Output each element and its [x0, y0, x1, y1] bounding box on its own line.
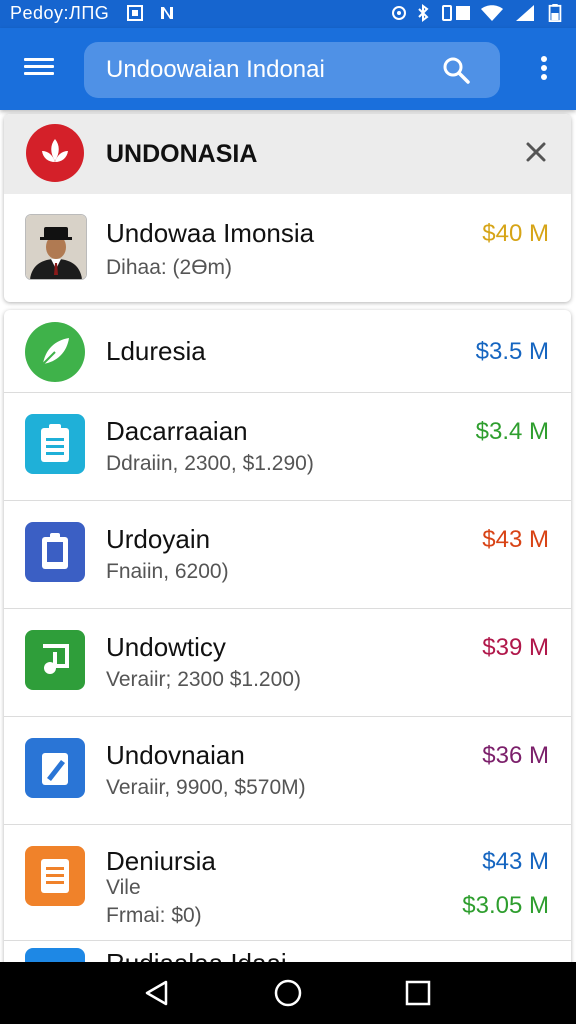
item-name: Undowticy: [106, 632, 226, 662]
item-name: Urdoyain: [106, 524, 211, 554]
edit-icon: [25, 738, 85, 798]
more-options-button[interactable]: [536, 56, 552, 86]
recents-icon[interactable]: [403, 978, 433, 1008]
featured-header: UNDONASIA: [4, 114, 571, 194]
battery-icon: [548, 4, 562, 22]
item-price-2: $3.05 M: [462, 892, 549, 919]
featured-card[interactable]: UNDONASIA Undowaa Imonsia Dihaa: (2Өm) $…: [4, 114, 571, 302]
wifi-icon: [481, 5, 503, 21]
search-icon[interactable]: [442, 56, 470, 84]
leaf-icon: [25, 322, 85, 382]
image-notification-icon: [127, 5, 143, 21]
navigation-bar: [0, 962, 576, 1024]
item-subtitle: Vile: [106, 876, 141, 899]
item-price: $36 M: [482, 742, 549, 769]
item-name: Deniursia: [106, 846, 216, 876]
featured-subtitle: Dihaa: (2Өm): [106, 256, 233, 279]
item-price: $39 M: [482, 634, 549, 661]
list-item[interactable]: Dacarraaian Ddraiin, 2300, $1.290) $3.4 …: [4, 392, 571, 501]
app-bar: Undoowaian Indonai: [0, 28, 576, 110]
avatar: [25, 214, 87, 280]
music-icon: [25, 630, 85, 690]
clipboard-icon: [25, 414, 85, 474]
item-price: $43 M: [482, 848, 549, 875]
results-list: Lduresia $3.5 M Dacarraaian Ddraiin, 230…: [4, 310, 571, 970]
item-name: Undovnaian: [106, 740, 245, 770]
featured-name: Undowaa Imonsia: [106, 218, 315, 248]
list-item[interactable]: Lduresia $3.5 M: [4, 310, 571, 393]
status-bar: Pedoy:ЛПG: [0, 0, 576, 28]
nfc-notification-icon: [161, 7, 173, 19]
list-item[interactable]: Undovnaian Veraiir, 9900, $570M) $36 M: [4, 716, 571, 825]
list-item[interactable]: Undowticy Veraiir; 2300 $1.200) $39 M: [4, 608, 571, 717]
featured-price: $40 M: [482, 220, 549, 247]
status-time: Pedoy:ЛПG: [10, 3, 110, 23]
brand-logo-icon: [26, 124, 84, 182]
featured-title: UNDONASIA: [106, 140, 258, 168]
menu-button[interactable]: [22, 54, 56, 84]
sync-icon: [392, 6, 406, 20]
list-item[interactable]: Deniursia Vile Frmai: $0) $43 M $3.05 M: [4, 824, 571, 941]
search-input[interactable]: Undoowaian Indonai: [84, 42, 500, 98]
item-name: Dacarraaian: [106, 416, 248, 446]
back-icon[interactable]: [142, 978, 172, 1008]
notes-icon: [25, 846, 85, 906]
item-subtitle-2: Frmai: $0): [106, 904, 202, 927]
dnd-icon: [456, 6, 470, 20]
close-icon[interactable]: [522, 138, 550, 166]
document-icon: [25, 522, 85, 582]
item-subtitle: Veraiir; 2300 $1.200): [106, 668, 301, 691]
bluetooth-icon: [418, 4, 429, 22]
item-subtitle: Fnaiin, 6200): [106, 560, 229, 583]
search-query-text: Undoowaian Indonai: [106, 56, 325, 83]
item-subtitle: Ddraiin, 2300, $1.290): [106, 452, 314, 475]
item-price: $3.4 M: [475, 418, 549, 445]
signal-icon: [516, 5, 534, 21]
item-price: $3.5 M: [475, 338, 549, 365]
item-price: $43 M: [482, 526, 549, 553]
item-name: Lduresia: [106, 336, 206, 366]
home-icon[interactable]: [273, 978, 303, 1008]
list-item[interactable]: Urdoyain Fnaiin, 6200) $43 M: [4, 500, 571, 609]
item-subtitle: Veraiir, 9900, $570M): [106, 776, 306, 799]
